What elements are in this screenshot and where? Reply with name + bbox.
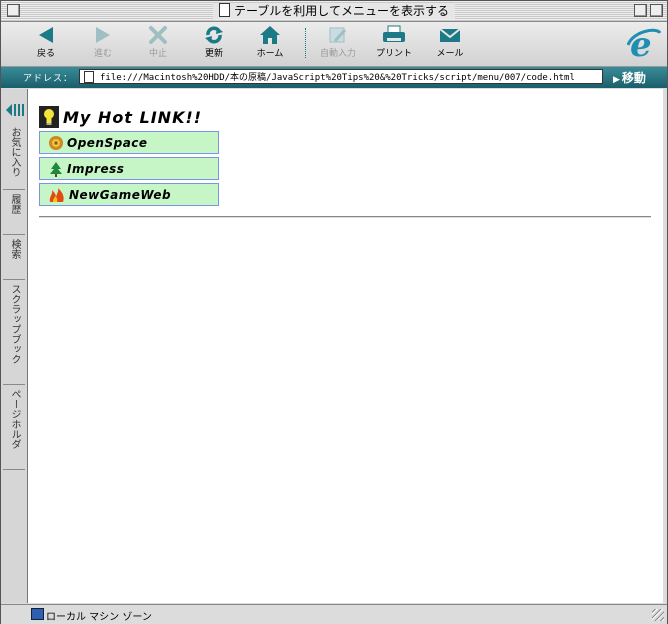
explorer-bar: お気に入り 履歴 検索 スクラップブック ページホルダ: [1, 89, 28, 603]
home-icon: [260, 26, 280, 44]
mail-envelope-icon: [439, 28, 461, 42]
title-bar[interactable]: テーブルを利用してメニューを表示する: [1, 1, 667, 22]
collapse-box[interactable]: [650, 4, 663, 17]
forward-label: 進む: [93, 49, 112, 59]
go-label: 移動: [621, 71, 646, 85]
address-input[interactable]: [100, 70, 600, 83]
page-content: My Hot LINK!! OpenSpace Impress NewGameW…: [28, 89, 663, 603]
back-arrow-icon: [39, 27, 53, 43]
tab-page-holder-label: ページホルダ: [9, 389, 20, 449]
tab-favorites[interactable]: お気に入り: [3, 123, 25, 190]
status-bar: ローカル マシン ゾーン: [1, 604, 667, 624]
printer-icon: [383, 25, 405, 42]
menu-link-label: NewGameWeb: [69, 187, 172, 202]
home-label: ホーム: [256, 49, 284, 59]
autofill-button[interactable]: 自動入力: [311, 24, 365, 64]
tab-scrapbook[interactable]: スクラップブック: [3, 280, 25, 385]
tab-history[interactable]: 履歴: [3, 190, 25, 235]
print-label: プリント: [375, 49, 412, 59]
address-bar: アドレス： ▶移動: [1, 67, 667, 88]
tab-search[interactable]: 検索: [3, 235, 25, 280]
print-button[interactable]: プリント: [367, 24, 421, 64]
toolbar-separator: [305, 28, 306, 58]
go-button[interactable]: ▶ 移動: [613, 69, 646, 86]
horizontal-rule: [39, 216, 651, 218]
tab-history-label: 履歴: [9, 194, 20, 214]
tab-page-holder[interactable]: ページホルダ: [3, 385, 25, 470]
forward-button[interactable]: 進む: [76, 24, 130, 64]
toolbar: 戻る 進む 中止 更新 ホーム 自動入力 プリント メール e: [1, 22, 667, 67]
browser-window: テーブルを利用してメニューを表示する 戻る 進む 中止 更新 ホーム 自動入力 …: [0, 0, 668, 624]
stop-button[interactable]: 中止: [131, 24, 185, 64]
lightbulb-icon: [39, 106, 59, 128]
zoom-box[interactable]: [634, 4, 647, 17]
forward-arrow-icon: [96, 27, 110, 43]
mail-button[interactable]: メール: [423, 24, 477, 64]
refresh-icon: [205, 26, 223, 44]
window-title-wrap: テーブルを利用してメニューを表示する: [213, 3, 455, 19]
tab-favorites-label: お気に入り: [9, 127, 20, 177]
menu-link-label: OpenSpace: [67, 135, 148, 150]
menu-link-newgameweb[interactable]: NewGameWeb: [39, 183, 219, 206]
go-arrow-icon: ▶: [613, 75, 620, 85]
mail-label: メール: [436, 49, 464, 59]
window-title: テーブルを利用してメニューを表示する: [234, 4, 449, 18]
resize-grip-icon[interactable]: [652, 609, 664, 621]
sun-gear-icon: [49, 135, 63, 150]
refresh-label: 更新: [204, 49, 223, 59]
stop-x-icon: [149, 26, 167, 44]
page-heading-text: My Hot LINK!!: [63, 107, 203, 127]
autofill-label: 自動入力: [319, 49, 356, 59]
back-button[interactable]: 戻る: [19, 24, 73, 64]
menu-link-label: Impress: [67, 161, 125, 176]
menu-link-impress[interactable]: Impress: [39, 157, 219, 180]
address-label: アドレス：: [23, 74, 74, 84]
document-icon: [219, 3, 231, 17]
flame-icon: [49, 187, 64, 202]
back-label: 戻る: [36, 49, 55, 59]
menu-link-openspace[interactable]: OpenSpace: [39, 131, 219, 154]
stop-label: 中止: [148, 49, 167, 59]
autofill-pen-icon: [329, 27, 347, 43]
page-icon: [84, 71, 94, 83]
refresh-button[interactable]: 更新: [187, 24, 241, 64]
tab-scrapbook-label: スクラップブック: [9, 284, 20, 364]
address-field[interactable]: [79, 69, 603, 84]
tree-icon: [50, 161, 62, 177]
zone-icon: [31, 608, 44, 620]
explorer-toggle-icon[interactable]: [4, 101, 24, 119]
ie-e-logo-icon: e: [626, 25, 662, 65]
page-heading: My Hot LINK!!: [39, 106, 202, 128]
tab-search-label: 検索: [9, 239, 20, 259]
ie-logo: e: [626, 25, 662, 65]
status-zone: ローカル マシン ゾーン: [46, 612, 152, 623]
home-button[interactable]: ホーム: [243, 24, 297, 64]
